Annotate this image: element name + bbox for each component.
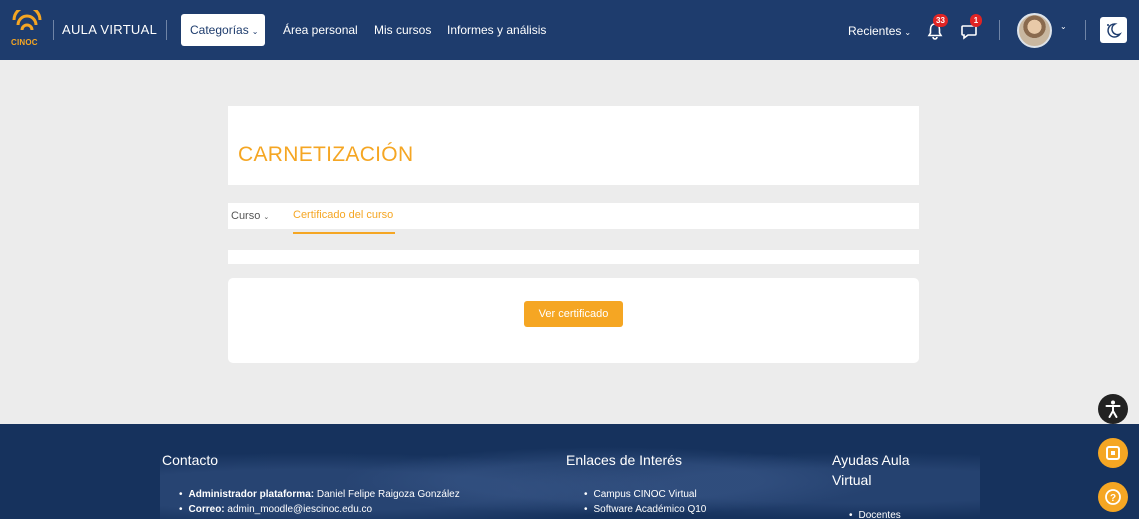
footer-links-list: Campus CINOC Virtual Software Académico … [584,487,707,517]
footer-link-q10[interactable]: Software Académico Q10 [584,502,707,517]
footer-links-heading: Enlaces de Interés [566,452,682,468]
recent-label: Recientes [848,24,902,38]
accessibility-icon [1105,400,1121,418]
certificate-card: Ver certificado [228,278,919,363]
user-divider [999,20,1000,40]
site-footer: Contacto Administrador plataforma: Danie… [0,424,1139,519]
tab-course-dropdown[interactable]: Curso ⌄ [231,210,269,222]
tab-course-label: Curso [231,210,261,222]
footer-help-list: Docentes [849,508,901,519]
accessibility-widget-button[interactable] [1098,394,1128,424]
logo-text: CINOC [11,38,38,47]
footer-link-campus[interactable]: Campus CINOC Virtual [584,487,706,502]
top-navbar: CINOC AULA VIRTUAL Categorías ⌄ Área pers… [0,0,1139,60]
brand-divider [53,20,54,40]
messages-button[interactable]: 1 [960,14,982,43]
expand-button[interactable] [1098,438,1128,468]
user-avatar[interactable] [1017,13,1052,48]
page-title: CARNETIZACIÓN [238,143,414,166]
chevron-down-icon: ⌄ [263,214,270,221]
list-item: Correo: admin_moodle@iescinoc.edu.co [179,502,460,517]
chevron-down-icon: ⌄ [904,28,912,37]
moon-icon [1107,23,1122,38]
notifications-button[interactable]: 33 [926,14,948,42]
svg-text:?: ? [1110,493,1116,504]
categories-dropdown[interactable]: Categorías ⌄ [181,14,265,46]
logo-arcs-icon [12,10,42,31]
spacer-strip [228,250,919,264]
secondary-navigation: Curso ⌄ Certificado del curso [228,203,919,234]
categories-label: Categorías [190,23,249,37]
messages-badge: 1 [970,14,982,27]
recent-dropdown[interactable]: Recientes ⌄ [848,24,911,38]
help-button[interactable]: ? [1098,482,1128,512]
nav-link-my-courses[interactable]: Mis cursos [374,23,431,37]
footer-contact-list: Administrador plataforma: Daniel Felipe … [179,487,460,517]
chevron-down-icon[interactable]: ⌄ [1060,22,1067,31]
question-mark-icon: ? [1105,489,1121,505]
footer-link-teachers[interactable]: Docentes [849,508,901,519]
page-header-card: CARNETIZACIÓN [228,106,919,185]
tab-course-certificate[interactable]: Certificado del curso [293,209,393,221]
nav-link-reports[interactable]: Informes y análisis [447,23,546,37]
list-item: Administrador plataforma: Daniel Felipe … [179,487,460,502]
footer-help-heading-line2: Virtual [832,472,872,488]
footer-help-heading-line1: Ayudas Aula [832,452,910,468]
cinoc-logo[interactable]: CINOC [8,10,46,50]
active-tab-indicator [293,232,395,234]
nav-link-personal-area[interactable]: Área personal [283,23,358,37]
nav-divider [166,20,167,40]
site-brand[interactable]: AULA VIRTUAL [62,22,157,37]
footer-contact-heading: Contacto [162,452,219,468]
notifications-badge: 33 [933,14,948,27]
chevron-down-icon: ⌄ [251,27,259,36]
expand-icon [1106,446,1120,460]
view-certificate-button[interactable]: Ver certificado [524,301,623,327]
accessibility-divider [1085,20,1086,40]
theme-toggle-button[interactable] [1100,17,1127,43]
